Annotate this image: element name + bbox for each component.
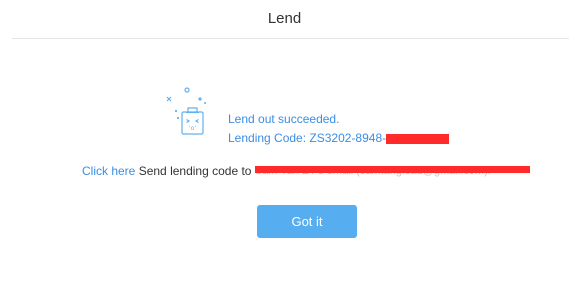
- click-here-link[interactable]: Click here: [82, 164, 135, 178]
- send-code-text: Send lending code to: [138, 164, 252, 178]
- lending-code-line: Lending Code: ZS3202-8948-: [228, 129, 450, 148]
- success-message-block: Lend out succeeded. Lending Code: ZS3202…: [228, 110, 450, 148]
- clipboard-face-icon: 'o': [166, 87, 206, 135]
- redaction-bar: [254, 165, 530, 173]
- svg-text:'o': 'o': [189, 125, 196, 132]
- redacted-code: [386, 133, 450, 144]
- header-divider: [12, 38, 569, 39]
- dialog-header: Lend: [0, 0, 569, 36]
- lending-code-text: Lending Code: ZS3202-8948-: [228, 131, 387, 145]
- got-it-button[interactable]: Got it: [257, 205, 357, 238]
- success-message: Lend out succeeded.: [228, 112, 340, 126]
- send-code-line: Click here Send lending code to Sam Yan …: [82, 164, 530, 179]
- redacted-recipient: Sam Yan ZY's email (samtanglead@gmail.co…: [254, 165, 530, 179]
- dialog-title: Lend: [267, 9, 302, 27]
